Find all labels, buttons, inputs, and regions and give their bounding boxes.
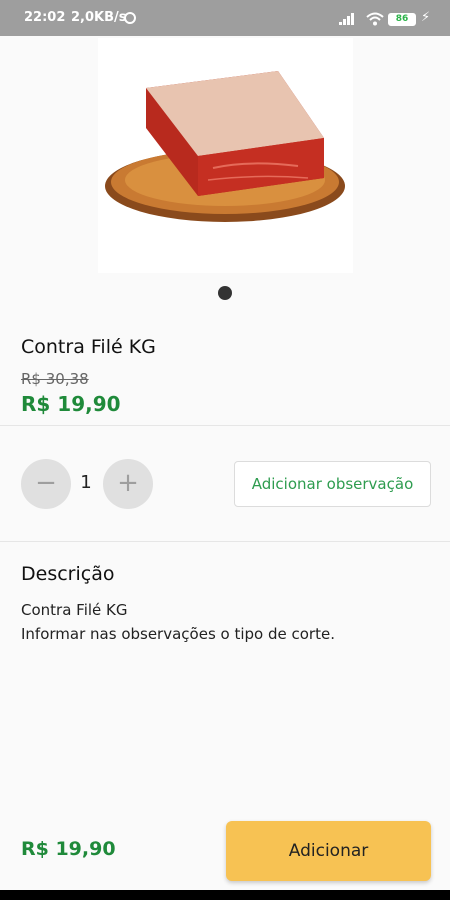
divider (0, 425, 450, 426)
current-price: R$ 19,90 (21, 392, 121, 416)
battery-icon: 86 (388, 13, 416, 26)
alarm-icon (124, 12, 136, 24)
plus-icon: + (117, 468, 139, 498)
description-line: Contra Filé KG (21, 601, 128, 619)
status-speed: 2,0KB/s (71, 10, 127, 25)
carousel-indicator (218, 286, 232, 300)
status-time: 22:02 (24, 10, 66, 25)
add-to-cart-button[interactable]: Adicionar (226, 821, 431, 881)
description-text: Contra Filé KG Informar nas observações … (21, 598, 335, 646)
wifi-icon (366, 12, 384, 26)
description-line: Informar nas observações o tipo de corte… (21, 625, 335, 643)
product-name: Contra Filé KG (21, 336, 156, 358)
status-bar: 22:02 2,0KB/s 86 ⚡ (0, 0, 450, 36)
meat-on-board-image (105, 71, 345, 222)
old-price: R$ 30,38 (21, 370, 89, 388)
signal-icon (339, 13, 354, 25)
divider (0, 541, 450, 542)
description-title: Descrição (21, 563, 115, 585)
quantity-value: 1 (80, 472, 92, 493)
footer-total-price: R$ 19,90 (21, 838, 116, 860)
add-observation-button[interactable]: Adicionar observação (234, 461, 431, 507)
navigation-bar (0, 890, 450, 900)
increase-quantity-button[interactable]: + (103, 459, 153, 509)
decrease-quantity-button[interactable]: − (21, 459, 71, 509)
product-image[interactable] (98, 38, 353, 273)
carousel-dot[interactable] (218, 286, 232, 300)
minus-icon: − (35, 468, 57, 498)
charging-icon: ⚡ (421, 10, 431, 25)
